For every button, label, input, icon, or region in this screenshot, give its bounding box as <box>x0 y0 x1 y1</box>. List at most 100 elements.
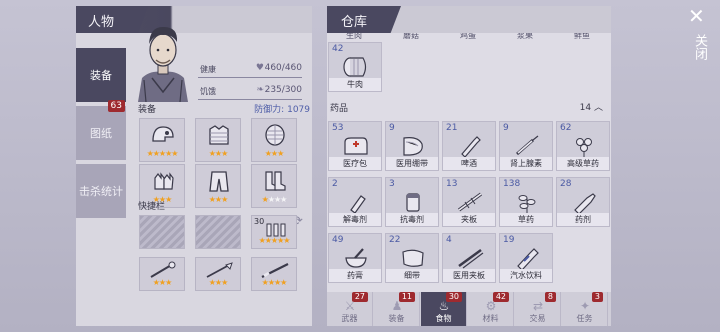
item-medicine[interactable]: 9 肾上腺素 <box>499 121 553 171</box>
character-panel: 人物 装备 63 图纸 击杀统计 健康 ♥ 460/460 饥饿 ❧ 235/3… <box>76 6 312 326</box>
equip-slot-pants[interactable]: ★★★ <box>195 164 241 208</box>
quick-slot-5[interactable]: ★★★ <box>195 257 241 291</box>
medicine-section-toggle[interactable]: 14 ︿ <box>580 100 603 113</box>
item-beef[interactable]: 42 牛肉 <box>328 42 382 92</box>
item-medicine[interactable]: 19 汽水饮料 <box>499 233 553 283</box>
equip-slot-boots[interactable]: ★★★★ <box>251 164 297 208</box>
defense-value: 1079 <box>287 105 310 115</box>
potion-icon <box>569 190 599 214</box>
cut-off-label: 鸡蛋 <box>460 33 476 40</box>
item-medicine[interactable]: 28 药剂 <box>556 177 610 227</box>
food-icon: ♨ <box>438 299 450 313</box>
weapon-icon: ⚔ <box>344 299 356 313</box>
category-tab[interactable]: 3 ✦ 任务 <box>562 292 608 326</box>
item-medicine[interactable]: 4 医用夹板 <box>442 233 496 283</box>
medical-splint-icon <box>455 246 485 270</box>
item-medicine[interactable]: 138 草药 <box>499 177 553 227</box>
chevron-up-icon: ︿ <box>593 103 603 113</box>
medicine-section-header: 药品 14 ︿ <box>327 98 611 114</box>
quick-slot-1[interactable] <box>139 215 185 249</box>
defense-label: 防御力: <box>254 105 285 115</box>
character-portrait <box>138 26 188 102</box>
side-tab-label: 图纸 <box>90 127 112 140</box>
quick-slot-3[interactable]: 30 ★★★★★ <box>251 215 297 249</box>
heart-icon: ♥ <box>255 63 264 73</box>
health-stat: 健康 ♥ 460/460 <box>198 60 302 78</box>
equipment-header: 装备 防御力: 1079 <box>138 102 310 116</box>
item-medicine[interactable]: 49 药膏 <box>328 233 382 283</box>
category-tab[interactable]: 30 ♨ 食物 <box>421 292 467 326</box>
cut-off-item-labels: 生肉 蘑菇 鸡蛋 浆果 鲜鱼 <box>327 33 611 42</box>
beef-can-icon <box>341 55 371 79</box>
close-icon: ✕ <box>688 4 705 28</box>
item-name: 抗毒剂 <box>386 213 438 226</box>
gold-star-icon: ★ <box>280 278 287 287</box>
category-tab[interactable]: 42 ⚙ 材料 <box>468 292 514 326</box>
item-medicine[interactable]: 9 医用绷带 <box>385 121 439 171</box>
category-tab[interactable]: 11 ♟ 装备 <box>374 292 420 326</box>
item-medicine[interactable]: 62 高级草药 <box>556 121 610 171</box>
category-label: 装备 <box>388 314 405 323</box>
category-tab[interactable]: 8 ⇄ 交易 <box>515 292 561 326</box>
spear-icon <box>206 262 233 278</box>
quest-icon: ✦ <box>579 299 591 313</box>
gloves-icon <box>150 169 176 193</box>
hunger-label: 饥饿 <box>200 87 216 96</box>
health-label: 健康 <box>200 65 216 74</box>
item-count: 9 <box>389 123 395 133</box>
item-medicine[interactable]: 22 细带 <box>385 233 439 283</box>
quickbar-label: 快捷栏 <box>138 202 166 212</box>
vial-icon <box>341 190 371 214</box>
crossbow-icon <box>150 261 176 278</box>
quick-slot-6[interactable]: ★★★★ <box>251 257 297 291</box>
star-rating: ★★★ <box>196 196 240 204</box>
item-count: 53 <box>332 123 344 133</box>
item-name: 药剂 <box>557 213 609 226</box>
white-star-icon: ★ <box>280 195 287 204</box>
side-tab-blueprints[interactable]: 63 图纸 <box>76 100 126 160</box>
item-name: 汽水饮料 <box>500 269 552 282</box>
category-label: 食物 <box>435 314 452 323</box>
bandage-icon <box>398 134 428 158</box>
trade-icon: ⇄ <box>532 299 544 313</box>
star-rating: ★★★ <box>196 279 240 287</box>
defense-readout: 防御力: 1079 <box>254 102 310 115</box>
item-count: 42 <box>332 44 344 54</box>
side-tab-equipment[interactable]: 装备 <box>76 48 126 102</box>
cut-off-label: 蘑菇 <box>403 33 419 40</box>
warehouse-header: 仓库 <box>327 6 611 33</box>
category-tab[interactable]: 27 ⚔ 武器 <box>327 292 373 326</box>
splint-icon <box>455 190 485 214</box>
item-count: 21 <box>446 123 458 133</box>
body-armor-icon <box>262 123 288 147</box>
gold-star-icon: ★ <box>221 195 228 204</box>
herb-icon <box>569 134 599 158</box>
health-value: 460/460 <box>264 63 302 73</box>
quick-slot-2[interactable] <box>195 215 241 249</box>
close-button[interactable]: ✕ 关闭 <box>680 4 716 74</box>
item-count: 2 <box>332 179 338 189</box>
equip-slot-chest[interactable]: ★★★ <box>195 118 241 162</box>
item-medicine[interactable]: 13 夹板 <box>442 177 496 227</box>
cut-off-label: 生肉 <box>346 33 362 40</box>
equipment-label: 装备 <box>138 105 157 115</box>
cloth-icon <box>398 246 428 270</box>
quick-slot-4[interactable]: ★★★ <box>139 257 185 291</box>
warehouse-title: 仓库 <box>341 15 368 30</box>
gold-star-icon: ★ <box>165 195 172 204</box>
item-count: 49 <box>332 235 344 245</box>
side-tab-label: 装备 <box>90 69 112 82</box>
item-medicine[interactable]: 3 抗毒剂 <box>385 177 439 227</box>
side-tab-kill-stats[interactable]: 击杀统计 <box>76 164 126 218</box>
item-medicine[interactable]: 53 医疗包 <box>328 121 382 171</box>
equip-slot-helmet[interactable]: ★★★★★ <box>139 118 185 162</box>
item-name: 医用夹板 <box>443 269 495 282</box>
equip-slot-body[interactable]: ★★★ <box>251 118 297 162</box>
item-medicine[interactable]: 21 啤酒 <box>442 121 496 171</box>
item-name: 医用绷带 <box>386 157 438 170</box>
cut-off-label: 浆果 <box>517 33 533 40</box>
item-medicine[interactable]: 2 解毒剂 <box>328 177 382 227</box>
star-rating: ★★★★ <box>252 279 296 287</box>
mortar-icon <box>341 246 371 270</box>
item-name: 药膏 <box>329 269 381 282</box>
